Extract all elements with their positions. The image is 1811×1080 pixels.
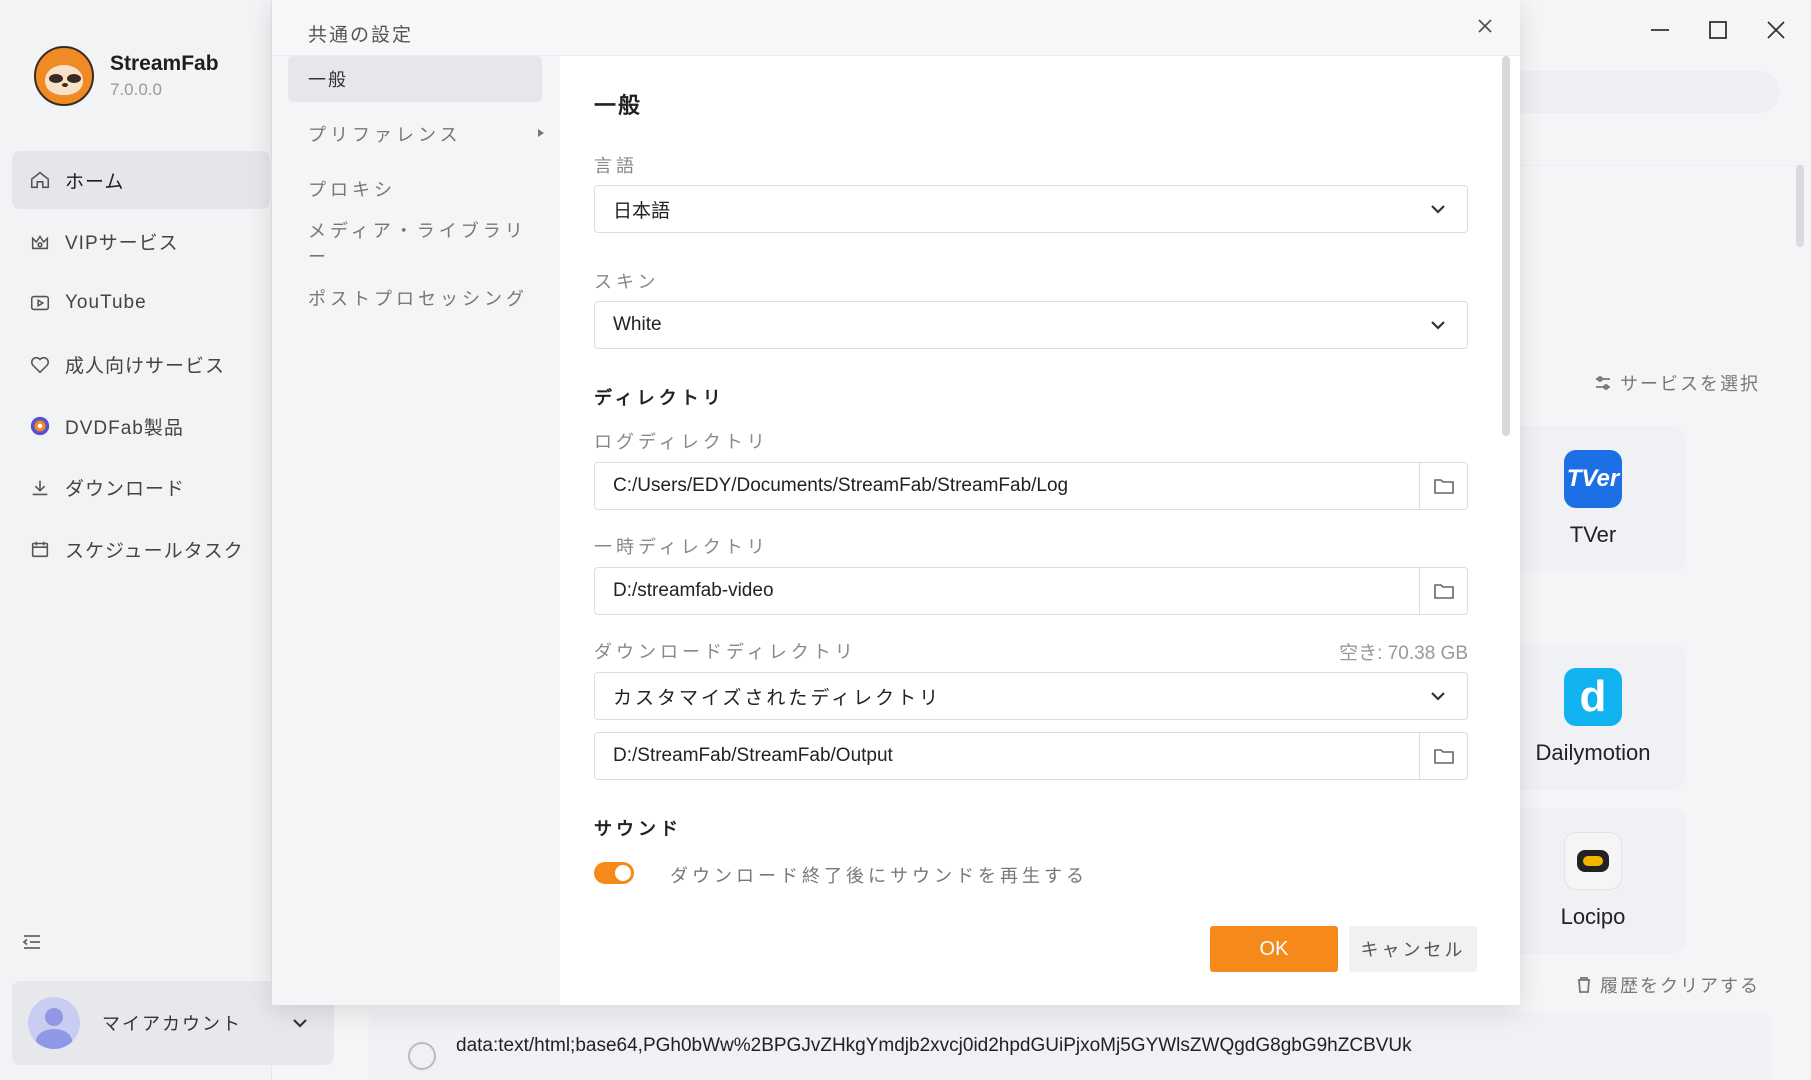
sidebar-item-label: ダウンロード <box>65 479 186 500</box>
language-select[interactable]: 日本語 <box>594 185 1468 233</box>
account-label: マイアカウント <box>102 1014 242 1034</box>
skin-label: スキン <box>594 272 660 292</box>
dialog-header: 共通の設定 <box>272 0 1520 56</box>
sidebar-item-label: DVDFab製品 <box>65 417 184 439</box>
main-search-bar[interactable] <box>1500 71 1780 113</box>
folder-icon[interactable] <box>1419 463 1467 509</box>
trash-icon <box>1578 977 1590 993</box>
settings-dialog: 共通の設定 一般 プリファレンス プロキシ メディア・ライブラリー ポストプロセ… <box>272 0 1520 1005</box>
filter-icon <box>1596 376 1610 390</box>
close-icon[interactable] <box>1472 13 1498 39</box>
sidebar-item-download[interactable]: ダウンロード <box>12 459 270 517</box>
maximize-icon[interactable] <box>1705 17 1731 43</box>
window-controls <box>1501 0 1811 60</box>
download-dir-mode-select[interactable]: カスタマイズされたディレクトリ <box>594 672 1468 720</box>
collapse-sidebar-icon[interactable] <box>20 930 44 954</box>
folder-icon[interactable] <box>1419 733 1467 779</box>
sidebar-item-label: 成人向けサービス <box>65 356 226 377</box>
brand: StreamFab 7.0.0.0 <box>34 46 219 106</box>
avatar <box>28 997 80 1049</box>
sidebar-item-schedule[interactable]: スケジュールタスク <box>12 520 270 578</box>
minimize-icon[interactable] <box>1647 17 1673 43</box>
home-icon <box>29 169 51 191</box>
dailymotion-logo-icon: d <box>1564 668 1622 726</box>
tver-logo-icon: TVer <box>1564 450 1622 508</box>
chevron-down-icon <box>1427 314 1449 336</box>
settings-scrollbar[interactable] <box>1502 56 1510 436</box>
settings-tab-preferences[interactable]: プリファレンス <box>288 111 544 157</box>
settings-tab-general[interactable]: 一般 <box>288 56 542 102</box>
app-name: StreamFab <box>110 52 219 75</box>
service-card-locipo[interactable]: Locipo <box>1500 808 1686 954</box>
download-dir-label: ダウンロードディレクトリ <box>594 642 857 662</box>
sound-toggle-label: ダウンロード終了後にサウンドを再生する <box>670 866 1088 886</box>
settings-tab-media-library[interactable]: メディア・ライブラリー <box>288 220 542 267</box>
language-label: 言語 <box>594 156 638 176</box>
log-dir-label: ログディレクトリ <box>594 432 769 452</box>
download-dir-field[interactable]: D:/StreamFab/StreamFab/Output <box>594 732 1468 780</box>
temp-dir-label: 一時ディレクトリ <box>594 537 769 557</box>
clear-history-button[interactable]: 履歴をクリアする <box>1576 972 1760 998</box>
sidebar-item-label: YouTube <box>65 292 147 313</box>
chevron-down-icon <box>1427 198 1449 220</box>
temp-dir-field[interactable]: D:/streamfab-video <box>594 567 1468 615</box>
app-version: 7.0.0.0 <box>110 80 162 99</box>
app-sidebar: StreamFab 7.0.0.0 ホーム VIPサービス YouTube 成人… <box>0 0 272 1080</box>
sound-toggle[interactable] <box>594 862 634 884</box>
cancel-button[interactable]: キャンセル <box>1349 926 1477 972</box>
sidebar-item-home[interactable]: ホーム <box>12 151 270 209</box>
youtube-icon <box>29 292 51 314</box>
download-icon <box>29 477 51 499</box>
settings-nav: 一般 プリファレンス プロキシ メディア・ライブラリー ポストプロセッシング <box>272 56 560 1005</box>
close-window-icon[interactable] <box>1763 17 1789 43</box>
url-bar[interactable]: data:text/html;base64,PGh0bWw%2BPGJvZHkg… <box>368 1012 1772 1080</box>
sidebar-item-label: ホーム <box>65 171 125 193</box>
settings-body: 一般 言語 日本語 スキン White ディレクトリ ログディレクトリ C:/U… <box>560 56 1520 1005</box>
service-card-dailymotion[interactable]: d Dailymotion <box>1500 644 1686 790</box>
dialog-title: 共通の設定 <box>308 25 414 46</box>
ok-button[interactable]: OK <box>1210 926 1338 972</box>
main-scrollbar[interactable] <box>1796 165 1804 247</box>
site-icon <box>408 1042 436 1070</box>
sound-heading: サウンド <box>594 819 682 839</box>
free-space-text: 空き: 70.38 GB <box>1339 643 1468 664</box>
vip-icon <box>29 231 51 253</box>
folder-icon[interactable] <box>1419 568 1467 614</box>
calendar-icon <box>29 538 51 560</box>
sidebar-item-label: VIPサービス <box>65 233 179 254</box>
skin-select[interactable]: White <box>594 301 1468 349</box>
dvdfab-icon <box>29 415 51 437</box>
url-text: data:text/html;base64,PGh0bWw%2BPGJvZHkg… <box>456 1035 1412 1056</box>
locipo-logo-icon <box>1564 832 1622 890</box>
heart-icon <box>29 354 51 376</box>
service-card-tver[interactable]: TVer TVer <box>1500 426 1686 572</box>
submenu-arrow-icon <box>538 129 544 137</box>
sidebar-nav: ホーム VIPサービス YouTube 成人向けサービス DVDFab製品 ダウ… <box>12 151 270 582</box>
sidebar-item-dvdfab[interactable]: DVDFab製品 <box>12 397 270 455</box>
chevron-down-icon <box>1427 685 1449 707</box>
sloth-logo-icon <box>34 46 94 106</box>
directory-heading: ディレクトリ <box>594 388 725 408</box>
section-title: 一般 <box>594 93 643 118</box>
chevron-down-icon <box>288 1011 312 1035</box>
sidebar-item-label: スケジュールタスク <box>65 540 244 562</box>
settings-tab-proxy[interactable]: プロキシ <box>288 166 542 212</box>
sidebar-item-vip[interactable]: VIPサービス <box>12 213 270 271</box>
select-service-button[interactable]: サービスを選択 <box>1594 370 1760 396</box>
sidebar-item-youtube[interactable]: YouTube <box>12 274 270 332</box>
log-dir-field[interactable]: C:/Users/EDY/Documents/StreamFab/StreamF… <box>594 462 1468 510</box>
main-divider <box>1520 165 1811 166</box>
sidebar-item-adult[interactable]: 成人向けサービス <box>12 336 270 394</box>
settings-tab-post-processing[interactable]: ポストプロセッシング <box>288 275 542 321</box>
